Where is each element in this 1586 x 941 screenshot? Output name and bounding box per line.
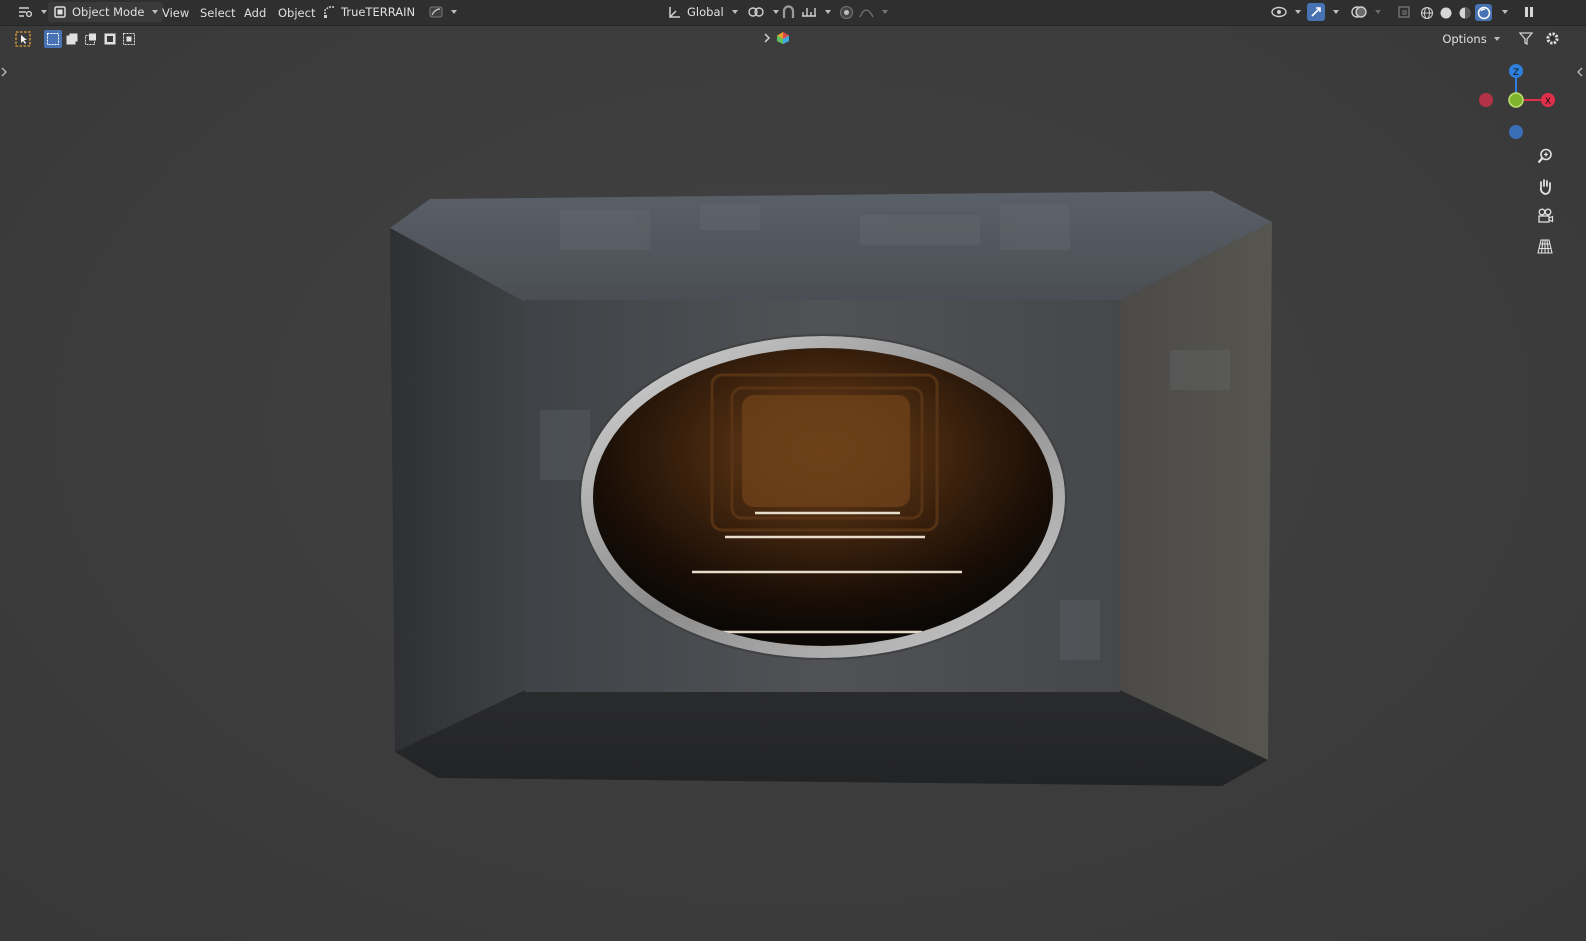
zoom-button[interactable] xyxy=(1532,143,1558,169)
select-tool-button[interactable] xyxy=(10,28,37,50)
visibility-selector[interactable] xyxy=(1266,2,1306,22)
transform-orientation-icon xyxy=(667,5,682,20)
options-label: Options xyxy=(1442,31,1487,46)
select-extend-icon xyxy=(65,32,79,46)
ortho-perspective-toggle[interactable] xyxy=(1532,233,1558,259)
camera-icon xyxy=(1537,208,1554,224)
camera-view-button[interactable] xyxy=(1532,203,1558,229)
editor-type-icon xyxy=(17,5,33,19)
filter-icon xyxy=(1519,31,1533,45)
gizmo-y-axis[interactable] xyxy=(1508,92,1524,108)
rendered-shading-icon xyxy=(1477,6,1491,20)
select-invert-icon xyxy=(103,32,117,46)
snap-icon xyxy=(781,4,796,20)
addon-label: TrueTERRAIN xyxy=(341,5,416,19)
select-intersect-button[interactable] xyxy=(120,30,138,48)
overlay-toggle[interactable] xyxy=(1346,2,1386,22)
select-box-icon xyxy=(15,31,31,47)
gizmo-z-label: Z xyxy=(1513,68,1519,78)
visibility-icon xyxy=(1271,5,1287,19)
mode-label: Object Mode xyxy=(72,5,145,19)
menu-add[interactable]: Add xyxy=(240,3,270,22)
addon-dropdown[interactable] xyxy=(424,2,462,22)
solid-shading-icon xyxy=(1439,6,1453,20)
toolbar-expand-icon[interactable] xyxy=(1,66,8,78)
material-shading-button[interactable] xyxy=(1456,4,1473,21)
selection-mode-group xyxy=(42,28,141,50)
menu-select[interactable]: Select xyxy=(196,3,239,22)
options-dropdown[interactable]: Options xyxy=(1436,28,1506,49)
mode-selector[interactable]: Object Mode xyxy=(48,2,164,22)
select-subtract-icon xyxy=(84,32,98,46)
settings-button[interactable] xyxy=(1540,28,1565,48)
falloff-curve-icon xyxy=(859,5,874,19)
menu-view[interactable]: View xyxy=(158,3,193,22)
asset-shelf-toggle[interactable] xyxy=(758,28,795,48)
shading-modes xyxy=(1418,3,1492,22)
scene-render xyxy=(390,191,1272,786)
object-mode-icon xyxy=(53,5,67,19)
material-shading-icon xyxy=(1458,6,1472,20)
orientation-label: Global xyxy=(687,5,724,19)
filter-button[interactable] xyxy=(1514,28,1538,48)
overlay-icon xyxy=(1351,5,1367,19)
editor-type-button[interactable] xyxy=(12,2,52,22)
chevron-right-icon xyxy=(763,32,771,44)
transform-orientation-selector[interactable]: Global xyxy=(662,2,743,22)
solid-shading-button[interactable] xyxy=(1437,4,1454,21)
select-intersect-icon xyxy=(122,32,136,46)
xray-icon xyxy=(1397,5,1411,19)
menu-object[interactable]: Object xyxy=(274,3,319,22)
viewport-header: Object Mode View Select Add Object TrueT… xyxy=(0,0,1586,26)
gizmo-neg-x-axis[interactable] xyxy=(1479,93,1493,107)
ortho-grid-icon xyxy=(1537,238,1553,254)
pivot-icon xyxy=(747,5,765,19)
snap-target-selector[interactable] xyxy=(796,2,836,22)
wireframe-shading-icon xyxy=(1420,6,1434,20)
sidebar-expand-icon[interactable] xyxy=(1576,66,1583,78)
rendered-shading-button[interactable] xyxy=(1475,4,1492,21)
navigation-gizmo[interactable]: Z X xyxy=(1476,58,1566,148)
select-extend-button[interactable] xyxy=(63,30,81,48)
3d-viewport[interactable]: Object Mode View Select Add Object TrueT… xyxy=(0,0,1586,941)
pause-render-button[interactable] xyxy=(1518,2,1540,22)
snap-increment-icon xyxy=(801,5,817,19)
pause-icon xyxy=(1523,5,1535,19)
gizmo-neg-z-axis[interactable] xyxy=(1509,125,1523,139)
select-set-button[interactable] xyxy=(44,30,62,48)
shading-options-dropdown[interactable] xyxy=(1494,2,1513,22)
xray-toggle[interactable] xyxy=(1392,2,1416,22)
gizmo-x-label: X xyxy=(1545,97,1551,107)
gizmo-toggle[interactable] xyxy=(1302,2,1344,22)
addon-icon xyxy=(323,5,336,19)
zoom-icon xyxy=(1537,148,1553,164)
settings-icon xyxy=(1545,31,1560,46)
select-subtract-button[interactable] xyxy=(82,30,100,48)
gizmo-icon xyxy=(1307,3,1325,21)
hand-pan-icon xyxy=(1537,178,1553,195)
proportional-falloff-selector[interactable] xyxy=(854,2,893,22)
assets-icon xyxy=(776,31,790,45)
wireframe-shading-button[interactable] xyxy=(1418,4,1435,21)
select-invert-button[interactable] xyxy=(101,30,119,48)
addon-truetterrain-button[interactable]: TrueTERRAIN xyxy=(318,2,420,22)
pan-button[interactable] xyxy=(1532,173,1558,199)
select-set-icon xyxy=(46,32,60,46)
proportional-edit-icon xyxy=(839,5,854,20)
falloff-icon xyxy=(429,5,443,19)
